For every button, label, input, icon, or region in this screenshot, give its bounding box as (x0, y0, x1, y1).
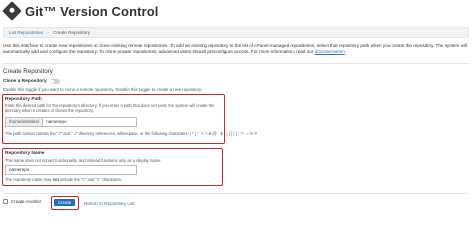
breadcrumb-create-repository: Create Repository (53, 30, 91, 35)
repository-path-input[interactable]: namerepo (43, 118, 69, 126)
create-another-checkbox[interactable] (3, 199, 8, 204)
divider (3, 63, 469, 64)
create-another-label: Create Another (11, 199, 42, 204)
repository-name-section: Repository Name This name does not impac… (2, 148, 223, 186)
repository-name-note-post: include the "<" and ">" characters. (60, 177, 123, 182)
clone-toggle-row: Clone a Repository (3, 79, 60, 84)
repository-name-note-bold: not (52, 177, 59, 182)
clone-help-text: Enable this toggle if you want to clone … (3, 87, 203, 92)
repository-path-prefix: /home/website/ (6, 118, 44, 126)
breadcrumb-list-repositories[interactable]: List Repositories (9, 30, 43, 35)
intro-text: Use this interface to create new reposit… (3, 43, 469, 56)
repository-path-section: Repository Path Enter the desired path f… (2, 94, 257, 144)
repository-name-note-pre: The repository name may (5, 177, 52, 182)
repository-path-field[interactable]: /home/website/ namerepo (5, 117, 137, 127)
repository-path-note: The path cannot contain the "./" and "..… (5, 131, 257, 136)
breadcrumb-separator: › (47, 30, 49, 35)
documentation-link[interactable]: documentation (315, 49, 345, 54)
repository-path-help: Enter the desired path for the repositor… (5, 103, 215, 114)
page-header: Git™ Version Control (2, 1, 159, 21)
footer-divider (3, 193, 469, 194)
section-title: Create Repository (3, 68, 53, 75)
clone-toggle[interactable] (49, 79, 60, 84)
repository-name-note: The repository name may not include the … (5, 177, 122, 182)
create-another-row: Create Another (3, 199, 41, 204)
intro-end: . (344, 49, 347, 55)
return-to-repository-list-link[interactable]: Return to Repository List (84, 201, 135, 206)
breadcrumb: List Repositories › Create Repository (3, 27, 469, 38)
repository-path-label: Repository Path (5, 97, 42, 102)
repository-name-input[interactable]: namerepo (5, 165, 137, 175)
repository-name-help: This name does not impact functionality,… (5, 158, 162, 163)
create-button[interactable]: Create (54, 199, 75, 206)
repository-name-label: Repository Name (5, 151, 45, 156)
create-button-highlight: Create (51, 196, 79, 210)
intro-line-1: Use this interface to create new reposit… (3, 43, 444, 48)
clone-label: Clone a Repository (3, 79, 47, 84)
git-logo-icon (2, 1, 22, 21)
page-title: Git™ Version Control (25, 3, 159, 19)
